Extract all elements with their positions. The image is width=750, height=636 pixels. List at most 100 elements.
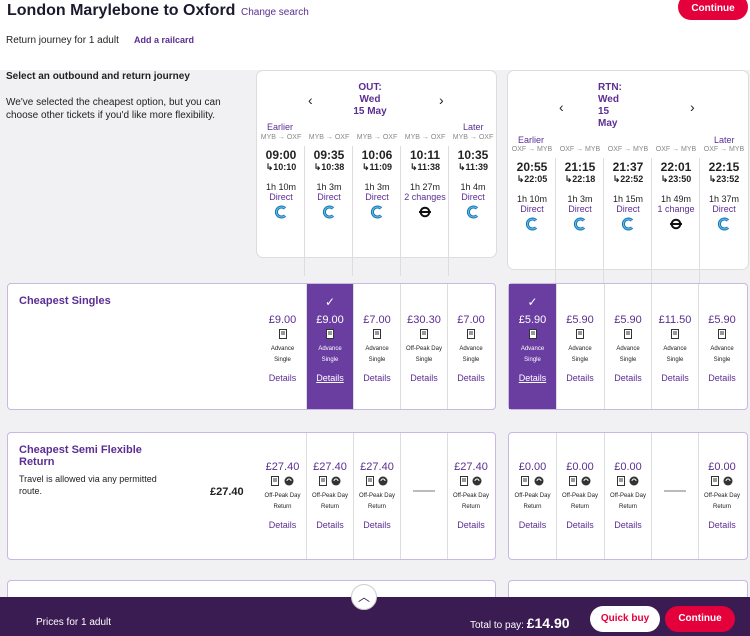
details-link[interactable]: Details: [354, 373, 400, 383]
singles-rtn-fare-cell[interactable]: £5.90 Advance Single Details: [556, 284, 603, 409]
ticket-icon: [448, 326, 494, 344]
rtn-label: RTN: Wed 15 May: [598, 82, 622, 129]
prices-for-label: Prices for 1 adult: [36, 617, 112, 628]
semi-rtn-fare-cell[interactable]: £0.00 Off-Peak Day Return Details: [509, 433, 556, 559]
column-divider: [555, 158, 556, 288]
departure-time: 09:00: [265, 148, 297, 162]
details-link[interactable]: Details: [509, 520, 556, 530]
details-link[interactable]: Details: [652, 373, 698, 383]
out-time-column[interactable]: MYB → OXF 10:35 ↳11:39 1h 4m Direct: [449, 134, 497, 224]
details-link[interactable]: Details: [448, 520, 494, 530]
ticket-type: Off-Peak Day: [562, 493, 598, 499]
change-search-link[interactable]: Change search: [241, 7, 309, 18]
semi-rtn-fare-cell[interactable]: £0.00 Off-Peak Day Return Details: [556, 433, 603, 559]
details-link[interactable]: Details: [448, 373, 494, 383]
details-link[interactable]: Details: [605, 373, 651, 383]
duration: 1h 3m: [567, 194, 593, 204]
details-link[interactable]: Details: [307, 373, 353, 383]
out-prev-arrow-icon[interactable]: ‹: [308, 92, 313, 108]
out-time-column[interactable]: MYB → OXF 09:35 ↳10:38 1h 3m Direct: [305, 134, 353, 224]
details-link[interactable]: Details: [259, 373, 306, 383]
semi-out-fare-cell[interactable]: £27.40 Off-Peak Day Return Details: [259, 433, 306, 559]
details-link[interactable]: Details: [307, 520, 353, 530]
quick-buy-button[interactable]: Quick buy: [590, 606, 660, 632]
rtn-time-column[interactable]: OXF → MYB 22:15 ↳23:52 1h 37m Direct: [700, 146, 748, 236]
arrival-time: ↳22:18: [564, 174, 596, 184]
out-time-column[interactable]: MYB → OXF 10:11 ↳11:38 1h 27m 2 changes: [401, 134, 449, 223]
continue-button[interactable]: Continue: [665, 606, 735, 632]
details-link[interactable]: Details: [605, 520, 651, 530]
ticket-type: Off-Peak Day: [264, 493, 301, 499]
singles-out-fare-cell[interactable]: £9.00 Advance Single Details: [259, 284, 306, 409]
semi-rtn-fare-cell[interactable]: £0.00 Off-Peak Day Return Details: [698, 433, 745, 559]
route-label: MYB → OXF: [260, 134, 302, 141]
ticket-type: Advance: [616, 346, 640, 352]
changes-label: 1 change: [657, 204, 695, 214]
duration: 1h 3m: [316, 182, 342, 192]
changes-label: Direct: [712, 204, 736, 214]
duration: 1h 49m: [660, 194, 692, 204]
singles-rtn-fare-cell[interactable]: £5.90 Advance Single Details: [604, 284, 651, 409]
expand-up-icon[interactable]: ︿: [351, 584, 377, 610]
rtn-later-link[interactable]: Later: [714, 135, 735, 145]
details-link[interactable]: Details: [259, 520, 306, 530]
rtn-next-arrow-icon[interactable]: ›: [690, 99, 695, 115]
details-link[interactable]: Details: [401, 373, 447, 383]
route-label: OXF → MYB: [559, 146, 601, 153]
continue-button-top[interactable]: Continue: [678, 0, 748, 20]
fare-price: £9.00: [316, 314, 344, 326]
singles-rtn-fare-cell[interactable]: £11.50 Advance Single Details: [651, 284, 698, 409]
out-later-link[interactable]: Later: [463, 122, 484, 132]
out-earlier-link[interactable]: Earlier: [267, 122, 293, 132]
semi-out-fare-cell[interactable]: £27.40 Off-Peak Day Return Details: [353, 433, 400, 559]
ticket-type: Advance: [459, 346, 483, 352]
ticket-type: Off-Peak Day: [359, 493, 395, 499]
semi-out-fare-cell[interactable]: [400, 433, 447, 559]
ticket-validity: Single: [274, 357, 291, 363]
semi-rtn-fare-cell[interactable]: £0.00 Off-Peak Day Return Details: [604, 433, 651, 559]
out-time-column[interactable]: MYB → OXF 09:00 ↳10:10 1h 10m Direct: [257, 134, 305, 224]
ticket-type: Advance: [365, 346, 389, 352]
semi-rtn-fare-cell[interactable]: [651, 433, 698, 559]
ticket-icon: [354, 473, 400, 491]
details-link[interactable]: Details: [557, 373, 603, 383]
departure-time: 10:06: [361, 148, 393, 162]
singles-out-fare-cell[interactable]: £30.30 Off-Peak Day Single Details: [400, 284, 447, 409]
fare-price: £7.00: [363, 314, 391, 326]
singles-rtn-fare-cell[interactable]: £5.90 Advance Single Details: [698, 284, 745, 409]
singles-out-fare-cell[interactable]: ✓ £9.00 Advance Single Details: [306, 284, 353, 409]
fare-price: £9.00: [268, 314, 297, 326]
rtn-earlier-link[interactable]: Earlier: [518, 135, 544, 145]
departure-time: 20:55: [516, 160, 548, 174]
rtn-time-column[interactable]: OXF → MYB 20:55 ↳22:05 1h 10m Direct: [508, 146, 556, 236]
singles-out-fare-cell[interactable]: £7.00 Advance Single Details: [353, 284, 400, 409]
departure-time: 10:35: [457, 148, 489, 162]
arrival-time: ↳22:05: [516, 174, 548, 184]
out-label: OUT: Wed 15 May: [353, 82, 387, 117]
rtn-time-column[interactable]: OXF → MYB 21:15 ↳22:18 1h 3m Direct: [556, 146, 604, 236]
details-link[interactable]: Details: [557, 520, 603, 530]
ticket-icon: [354, 326, 400, 344]
singles-out-fare-cell[interactable]: £7.00 Advance Single Details: [447, 284, 494, 409]
details-link[interactable]: Details: [699, 520, 745, 530]
rtn-time-column[interactable]: OXF → MYB 21:37 ↳22:52 1h 15m Direct: [604, 146, 652, 236]
selected-check-icon: ✓: [527, 295, 538, 309]
details-link[interactable]: Details: [354, 520, 400, 530]
ticket-type: Off-Peak Day: [453, 493, 489, 499]
out-time-column[interactable]: MYB → OXF 10:06 ↳11:09 1h 3m Direct: [353, 134, 401, 224]
total-amount: £14.90: [526, 615, 570, 631]
rtn-prev-arrow-icon[interactable]: ‹: [559, 99, 564, 115]
out-next-arrow-icon[interactable]: ›: [439, 92, 444, 108]
add-railcard-link[interactable]: Add a railcard: [134, 35, 194, 45]
column-divider: [651, 158, 652, 288]
details-link[interactable]: Details: [699, 373, 745, 383]
fare-price: £27.40: [454, 461, 488, 473]
details-link[interactable]: Details: [509, 373, 556, 383]
route-label: OXF → MYB: [511, 146, 553, 153]
singles-rtn-fare-cell[interactable]: ✓ £5.90 Advance Single Details: [509, 284, 556, 409]
semi-out-fare-cell[interactable]: £27.40 Off-Peak Day Return Details: [447, 433, 494, 559]
route-label: OXF → MYB: [607, 146, 649, 153]
changes-label: 2 changes: [404, 192, 446, 202]
semi-out-fare-cell[interactable]: £27.40 Off-Peak Day Return Details: [306, 433, 353, 559]
rtn-time-column[interactable]: OXF → MYB 22:01 ↳23:50 1h 49m 1 change: [652, 146, 700, 235]
